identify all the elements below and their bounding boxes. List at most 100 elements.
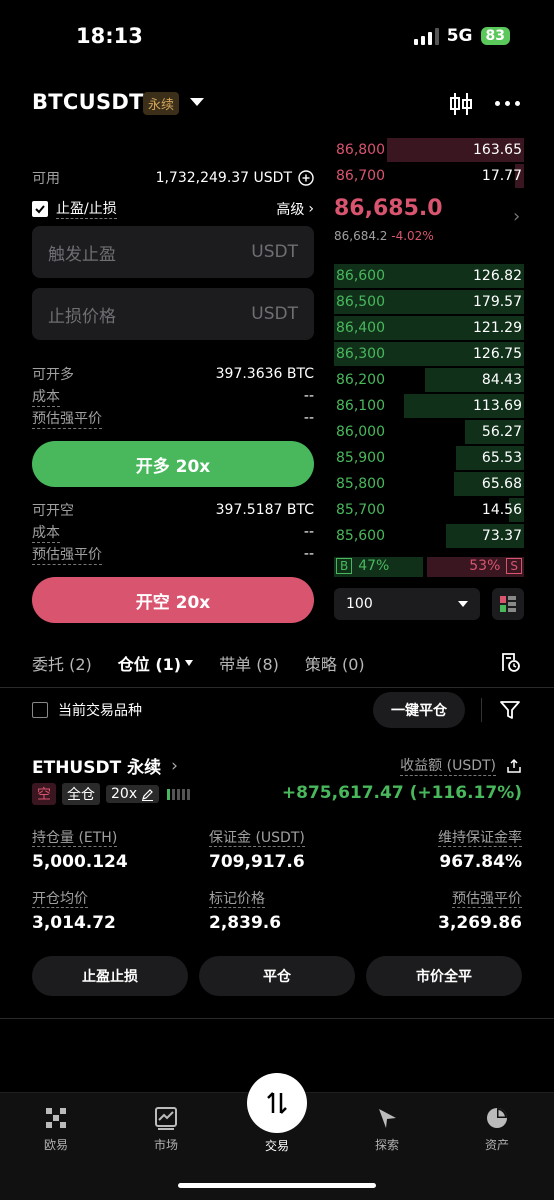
home-indicator: [178, 1183, 376, 1188]
divider: [0, 1018, 554, 1019]
size-value: 5,000.124: [32, 852, 128, 872]
tab-strategy[interactable]: 策略 (0): [305, 651, 365, 675]
nav-home[interactable]: 欧易: [21, 1105, 91, 1153]
long-liq-label: 预估强平价: [32, 408, 102, 429]
advanced-link[interactable]: 高级 ›: [276, 199, 314, 219]
max-long-label: 可开多: [32, 367, 74, 383]
margin-label: 保证金 (USDT): [209, 830, 305, 847]
sell-label: S: [506, 558, 522, 574]
short-info: 可开空 397.5187 BTC 成本 -- 预估强平价 --: [32, 499, 314, 565]
tpsl-label[interactable]: 止盈/止损: [56, 198, 117, 219]
bid-row[interactable]: 85,900 65.53: [334, 445, 524, 471]
add-circle-icon[interactable]: [298, 170, 314, 186]
max-short-value: 397.5187 BTC: [215, 502, 314, 518]
mark-label: 标记价格: [209, 891, 265, 908]
pie-chart-icon: [487, 1108, 507, 1128]
last-price[interactable]: 86,685.0: [334, 196, 443, 221]
depth-value: 100: [346, 596, 373, 612]
liq-stat: 预估强平价 3,269.86: [438, 888, 522, 933]
history-icon[interactable]: [499, 651, 521, 673]
mmr-stat: 维持保证金率 967.84%: [438, 827, 522, 872]
bid-price: 86,100: [336, 398, 385, 414]
open-long-button[interactable]: 开多 20x: [32, 441, 314, 487]
filter-icon[interactable]: [499, 699, 521, 721]
nav-explore[interactable]: 探索: [352, 1105, 422, 1153]
share-icon[interactable]: [506, 758, 522, 774]
bid-row[interactable]: 86,400 121.29: [334, 315, 524, 341]
bid-price: 86,500: [336, 294, 385, 310]
check-icon: [35, 204, 45, 213]
caret-down-icon: [185, 660, 194, 666]
bid-row[interactable]: 85,600 73.37: [334, 523, 524, 549]
buy-label: B: [336, 558, 353, 574]
pnl-value: +875,617.47 (+116.17%): [281, 783, 522, 803]
stop-loss-input[interactable]: 止损价格 USDT: [32, 288, 314, 340]
take-profit-input[interactable]: 触发止盈 USDT: [32, 226, 314, 278]
ask-price: 86,800: [336, 142, 385, 158]
bid-row[interactable]: 86,300 126.75: [334, 341, 524, 367]
ask-row[interactable]: 86,700 17.77: [334, 163, 524, 189]
nav-home-label: 欧易: [43, 1138, 68, 1152]
trade-button[interactable]: [247, 1073, 307, 1133]
pnl-label: 收益额 (USDT): [400, 755, 496, 776]
adl-indicator-icon: [167, 788, 191, 800]
side-tag: 空: [32, 783, 56, 805]
bid-row[interactable]: 85,800 65.68: [334, 471, 524, 497]
bid-price: 86,600: [336, 268, 385, 284]
checkbox[interactable]: [32, 702, 48, 718]
chevron-down-icon[interactable]: [190, 98, 204, 106]
bid-quantity: 84.43: [481, 372, 522, 388]
nav-trade-label[interactable]: 交易: [242, 1137, 312, 1154]
bid-quantity: 179.57: [473, 294, 522, 310]
tab-orders[interactable]: 委托 (2): [32, 651, 92, 675]
size-stat: 持仓量 (ETH) 5,000.124: [32, 827, 128, 872]
bid-price: 86,400: [336, 320, 385, 336]
nav-market[interactable]: 市场: [131, 1105, 201, 1153]
leverage-tag[interactable]: 20x: [106, 785, 160, 803]
book-layout-icon[interactable]: [492, 588, 524, 620]
ask-quantity: 17.77: [481, 168, 522, 184]
depth-select[interactable]: 100: [334, 588, 480, 620]
nav-assets[interactable]: 资产: [462, 1105, 532, 1153]
candlestick-icon[interactable]: [448, 91, 474, 117]
status-icons: 5G 83: [413, 26, 510, 46]
advanced-label: 高级: [276, 201, 305, 218]
bid-row[interactable]: 85,700 14.56: [334, 497, 524, 523]
network-label: 5G: [446, 26, 473, 46]
close-position-button[interactable]: 平仓: [199, 956, 355, 996]
ask-row[interactable]: 86,800 163.65: [334, 137, 524, 163]
max-short-label: 可开空: [32, 503, 74, 519]
chevron-right-icon[interactable]: ›: [513, 206, 520, 227]
sl-unit: USDT: [251, 304, 298, 324]
max-long-value: 397.3636 BTC: [215, 366, 314, 382]
bid-row[interactable]: 86,600 126.82: [334, 263, 524, 289]
pair-title[interactable]: BTCUSDT: [32, 90, 144, 114]
available-row: 可用 1,732,249.37 USDT: [32, 168, 314, 188]
tpsl-button[interactable]: 止盈止损: [32, 956, 188, 996]
nav-explore-label: 探索: [374, 1138, 399, 1152]
okx-logo-icon: [46, 1108, 66, 1128]
market-close-all-button[interactable]: 市价全平: [366, 956, 522, 996]
bid-row[interactable]: 86,500 179.57: [334, 289, 524, 315]
buy-sell-ratio: B 47% 53% S: [334, 557, 524, 577]
short-cost-label: 成本: [32, 522, 60, 543]
tab-positions[interactable]: 仓位 (1): [118, 651, 194, 675]
bid-row[interactable]: 86,200 84.43: [334, 367, 524, 393]
position-symbol[interactable]: ETHUSDT 永续 ›: [32, 753, 178, 779]
mark-price: 86,684.2: [334, 229, 388, 243]
swap-arrows-icon: [267, 1092, 287, 1114]
close-all-button[interactable]: 一键平仓: [373, 692, 465, 728]
pnl-header: 收益额 (USDT): [400, 755, 522, 776]
bid-row[interactable]: 86,000 56.27: [334, 419, 524, 445]
open-short-button[interactable]: 开空 20x: [32, 577, 314, 623]
available-value: 1,732,249.37 USDT: [155, 170, 292, 186]
tpsl-checkbox[interactable]: [32, 200, 48, 217]
more-icon[interactable]: [495, 101, 520, 106]
ask-quantity: 163.65: [473, 142, 522, 158]
bid-price: 85,600: [336, 528, 385, 544]
bid-row[interactable]: 86,100 113.69: [334, 393, 524, 419]
edit-icon: [142, 788, 154, 801]
tab-copy-trading[interactable]: 带单 (8): [219, 651, 279, 675]
bid-list: 86,600 126.82 86,500 179.57 86,400 121.29 86,3…: [334, 263, 524, 549]
current-symbol-filter[interactable]: 当前交易品种: [32, 700, 142, 720]
